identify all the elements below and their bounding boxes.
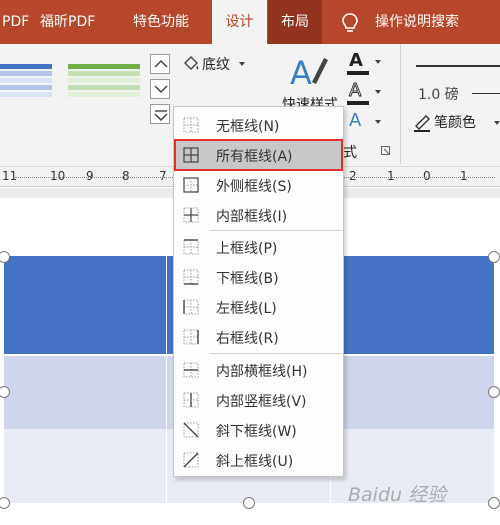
ribbon-tab-bar: PDF 福昕PDF 特色功能 设计 布局 操作说明搜索 <box>0 0 500 44</box>
tab-design[interactable]: 设计 <box>212 0 267 44</box>
pen-color-button[interactable]: 笔颜色 <box>410 110 500 134</box>
chevron-down-icon <box>154 85 168 94</box>
menu-item-inside-borders[interactable]: 内部框线(I) <box>174 200 343 230</box>
text-outline-button[interactable]: A <box>347 80 387 106</box>
group-divider <box>400 44 401 164</box>
menu-item-inside-horizontal[interactable]: 内部横框线(H) <box>174 355 343 385</box>
resize-handle[interactable] <box>243 497 255 509</box>
style-scroll-up-button[interactable] <box>150 54 170 74</box>
borders-menu: 无框线(N) 所有框线(A) 外侧框线(S) 内部框线(I) 上框线(P) 下框… <box>173 106 344 477</box>
no-border-icon <box>183 117 199 133</box>
menu-item-bottom-border[interactable]: 下框线(B) <box>174 262 343 292</box>
table-style-green[interactable] <box>68 64 140 99</box>
right-border-icon <box>183 329 199 345</box>
left-border-icon <box>183 299 199 315</box>
pen-color-label: 笔颜色 <box>434 115 476 131</box>
all-borders-icon <box>183 147 199 163</box>
inside-horizontal-border-icon <box>183 362 199 378</box>
bottom-border-icon <box>183 269 199 285</box>
menu-item-all-borders[interactable]: 所有框线(A) <box>174 139 343 171</box>
resize-handle[interactable] <box>488 386 500 398</box>
inside-vertical-border-icon <box>183 392 199 408</box>
tab-foxit-pdf[interactable]: 福昕PDF <box>40 0 95 44</box>
more-icon <box>154 110 168 121</box>
quick-styles-icon: A <box>290 54 328 88</box>
tab-pdf[interactable]: PDF <box>0 0 29 44</box>
styles-group-label: 式 <box>343 145 357 161</box>
pen-icon <box>414 115 430 132</box>
text-fill-button[interactable]: A <box>347 50 387 76</box>
diagonal-down-border-icon <box>183 422 199 438</box>
menu-item-diagonal-up[interactable]: 斜上框线(U) <box>174 445 343 475</box>
paint-bucket-icon <box>184 56 199 70</box>
tell-me-search[interactable]: 操作说明搜索 <box>375 0 459 44</box>
inside-borders-icon <box>183 207 199 223</box>
pen-weight-select[interactable]: 1.0 磅 <box>412 82 500 104</box>
tab-layout[interactable]: 布局 <box>268 0 322 44</box>
outside-borders-icon <box>183 177 199 193</box>
tab-special-features[interactable]: 特色功能 <box>133 0 189 44</box>
top-border-icon <box>183 239 199 255</box>
resize-handle[interactable] <box>488 497 500 509</box>
table-style-blue[interactable] <box>0 64 52 99</box>
style-gallery-more-button[interactable] <box>150 104 170 124</box>
menu-item-left-border[interactable]: 左框线(L) <box>174 292 343 322</box>
shading-label: 底纹 <box>202 57 230 73</box>
menu-item-top-border[interactable]: 上框线(P) <box>174 232 343 262</box>
lightbulb-icon <box>342 13 358 32</box>
pen-style-select[interactable] <box>412 56 500 76</box>
text-effects-button[interactable]: A <box>347 110 387 136</box>
diagonal-up-border-icon <box>183 452 199 468</box>
menu-item-diagonal-down[interactable]: 斜下框线(W) <box>174 415 343 445</box>
dialog-launcher-icon[interactable] <box>381 146 390 155</box>
chevron-up-icon <box>154 59 168 68</box>
watermark: Baidu 经验 <box>348 484 447 506</box>
menu-item-right-border[interactable]: 右框线(R) <box>174 322 343 352</box>
menu-item-outside-borders[interactable]: 外侧框线(S) <box>174 170 343 200</box>
menu-item-inside-vertical[interactable]: 内部竖框线(V) <box>174 385 343 415</box>
style-scroll-down-button[interactable] <box>150 79 170 99</box>
menu-item-no-border[interactable]: 无框线(N) <box>174 110 343 140</box>
resize-handle[interactable] <box>488 251 500 263</box>
svg-text:A: A <box>290 54 312 88</box>
